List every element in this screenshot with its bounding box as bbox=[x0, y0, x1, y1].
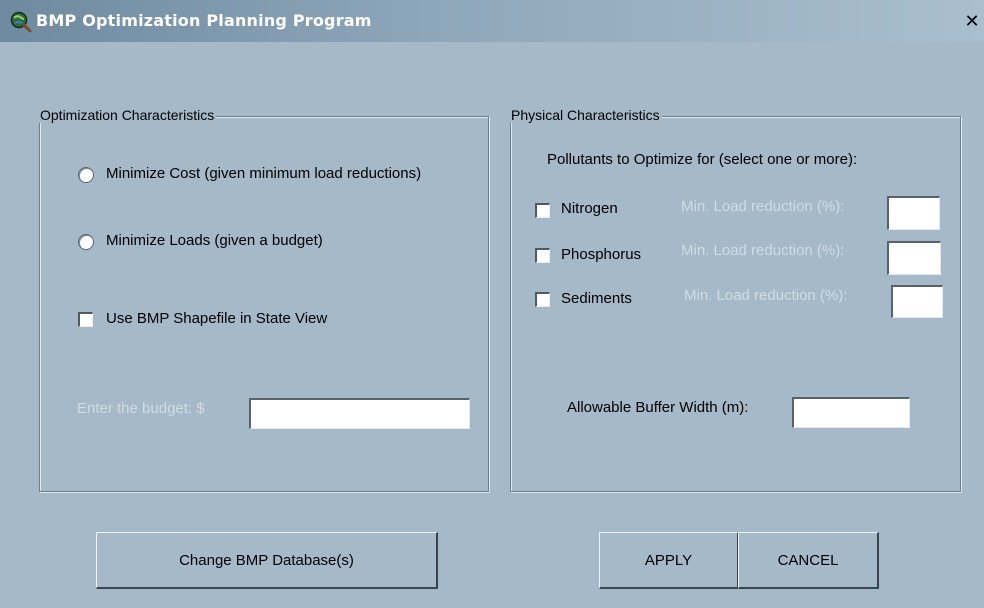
close-icon: ✕ bbox=[964, 11, 980, 32]
sediments-min-reduction-input[interactable] bbox=[891, 285, 943, 318]
nitrogen-label[interactable]: Nitrogen bbox=[561, 200, 618, 217]
budget-label: Enter the budget: $ bbox=[77, 400, 205, 417]
nitrogen-min-reduction-input[interactable] bbox=[887, 196, 940, 230]
cancel-button[interactable]: CANCEL bbox=[738, 532, 879, 589]
physical-characteristics-group: Physical Characteristics Pollutants to O… bbox=[509, 107, 961, 492]
window-title: BMP Optimization Planning Program bbox=[36, 11, 372, 30]
nitrogen-checkbox[interactable] bbox=[535, 203, 550, 218]
use-shapefile-checkbox[interactable] bbox=[78, 312, 93, 327]
buffer-width-input[interactable] bbox=[792, 397, 910, 428]
pollutants-header: Pollutants to Optimize for (select one o… bbox=[547, 151, 858, 168]
minimize-cost-radio[interactable] bbox=[78, 167, 94, 183]
use-shapefile-label[interactable]: Use BMP Shapefile in State View bbox=[106, 310, 327, 327]
physical-characteristics-legend: Physical Characteristics bbox=[509, 107, 662, 123]
minimize-loads-label[interactable]: Minimize Loads (given a budget) bbox=[106, 232, 323, 249]
budget-input[interactable] bbox=[249, 398, 470, 429]
title-bar: BMP Optimization Planning Program bbox=[0, 0, 984, 42]
optimization-characteristics-group: Optimization Characteristics Minimize Co… bbox=[38, 107, 489, 492]
nitrogen-min-reduction-label: Min. Load reduction (%): bbox=[681, 198, 845, 215]
sediments-min-reduction-label: Min. Load reduction (%): bbox=[684, 287, 848, 304]
sediments-checkbox[interactable] bbox=[535, 292, 550, 307]
apply-button[interactable]: APPLY bbox=[599, 532, 739, 589]
globe-magnifier-icon bbox=[10, 11, 32, 33]
change-bmp-database-label: Change BMP Database(s) bbox=[179, 551, 354, 569]
minimize-loads-radio[interactable] bbox=[78, 234, 94, 250]
buffer-width-label: Allowable Buffer Width (m): bbox=[567, 399, 749, 416]
cancel-label: CANCEL bbox=[777, 551, 839, 569]
apply-label: APPLY bbox=[644, 551, 693, 569]
phosphorus-checkbox[interactable] bbox=[535, 248, 550, 263]
sediments-label[interactable]: Sediments bbox=[561, 290, 632, 307]
minimize-cost-label[interactable]: Minimize Cost (given minimum load reduct… bbox=[106, 165, 421, 182]
close-button[interactable]: ✕ bbox=[962, 12, 982, 32]
change-bmp-database-button[interactable]: Change BMP Database(s) bbox=[96, 532, 438, 589]
optimization-characteristics-legend: Optimization Characteristics bbox=[38, 107, 217, 123]
phosphorus-min-reduction-input[interactable] bbox=[887, 241, 941, 275]
phosphorus-min-reduction-label: Min. Load reduction (%): bbox=[681, 242, 845, 259]
phosphorus-label[interactable]: Phosphorus bbox=[561, 246, 641, 263]
